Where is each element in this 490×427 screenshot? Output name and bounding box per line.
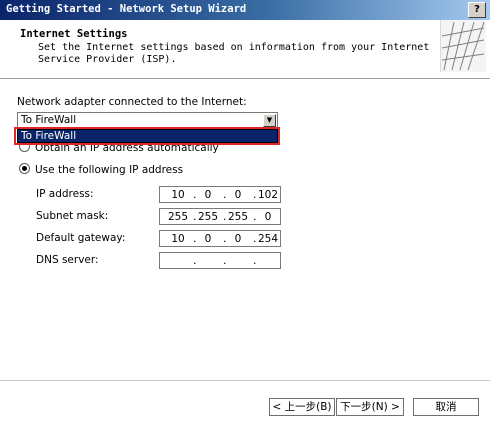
cancel-button[interactable]: 取消 <box>413 398 479 416</box>
adapter-select[interactable]: To FireWall ▼ <box>17 112 278 129</box>
radio-use-following[interactable]: Use the following IP address <box>19 163 183 176</box>
network-wizard-icon <box>440 20 486 72</box>
back-button[interactable]: < 上一步(B) <box>269 398 335 416</box>
ip-octet[interactable]: 10 <box>166 189 190 201</box>
dns-server-field[interactable]: . . . <box>159 252 281 269</box>
ip-octet[interactable]: 255 <box>226 211 250 223</box>
default-gateway-label: Default gateway: <box>36 232 126 244</box>
ip-address-field[interactable]: 10 . 0 . 0 . 102 <box>159 186 281 203</box>
page-title: Internet Settings <box>20 28 128 40</box>
subnet-mask-field[interactable]: 255 . 255 . 255 . 0 <box>159 208 281 225</box>
next-button[interactable]: 下一步(N) > <box>336 398 404 416</box>
ip-octet[interactable]: 254 <box>256 233 280 245</box>
wizard-header: Internet Settings Set the Internet setti… <box>0 20 490 79</box>
octet-dot: . <box>253 254 257 267</box>
chevron-down-icon[interactable]: ▼ <box>263 114 276 127</box>
adapter-label: Network adapter connected to the Interne… <box>17 96 247 108</box>
default-gateway-field[interactable]: 10 . 0 . 0 . 254 <box>159 230 281 247</box>
ip-octet[interactable]: 0 <box>256 211 280 223</box>
ip-octet[interactable]: 0 <box>226 189 250 201</box>
window-title: Getting Started - Network Setup Wizard <box>6 3 247 15</box>
radio-obtain-automatic-label: Obtain an IP address automatically <box>35 142 219 154</box>
subnet-mask-label: Subnet mask: <box>36 210 109 222</box>
title-bar: Getting Started - Network Setup Wizard ? <box>0 0 490 20</box>
ip-octet[interactable]: 0 <box>226 233 250 245</box>
adapter-select-value: To FireWall <box>21 114 77 126</box>
wizard-footer: < 上一步(B) 下一步(N) > 取消 <box>0 380 490 427</box>
adapter-dropdown-list[interactable]: To FireWall <box>17 129 278 143</box>
octet-dot: . <box>223 254 227 267</box>
ip-address-label: IP address: <box>36 188 94 200</box>
ip-octet[interactable]: 255 <box>196 211 220 223</box>
ip-octet[interactable]: 0 <box>196 189 220 201</box>
page-description: Set the Internet settings based on infor… <box>38 42 430 65</box>
ip-octet[interactable]: 255 <box>166 211 190 223</box>
main-panel: Network adapter connected to the Interne… <box>0 79 490 379</box>
radio-button-checked-icon[interactable] <box>19 163 30 174</box>
dns-server-label: DNS server: <box>36 254 99 266</box>
dropdown-option-to-firewall[interactable]: To FireWall <box>21 130 76 142</box>
radio-use-following-label: Use the following IP address <box>35 164 184 176</box>
ip-octet[interactable]: 10 <box>166 233 190 245</box>
help-button[interactable]: ? <box>468 2 486 18</box>
ip-octet[interactable]: 102 <box>256 189 280 201</box>
ip-octet[interactable]: 0 <box>196 233 220 245</box>
octet-dot: . <box>193 254 197 267</box>
